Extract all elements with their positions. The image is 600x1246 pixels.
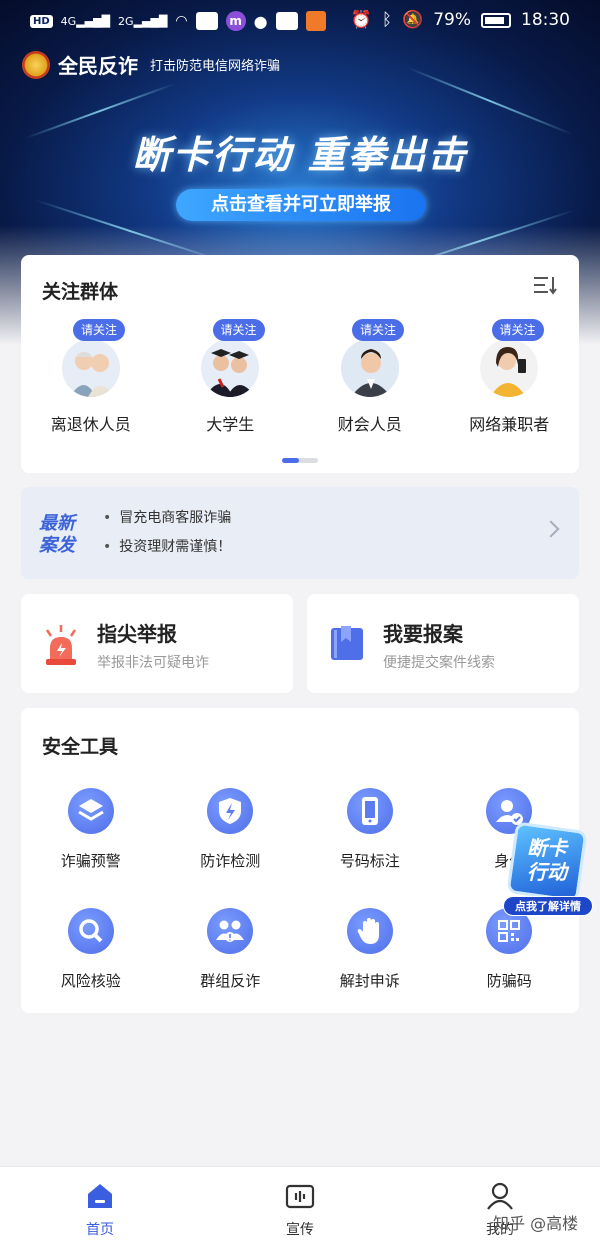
tv-icon — [285, 1184, 315, 1209]
banner-cta-button[interactable]: 点击查看并可立即举报 — [176, 189, 426, 221]
promo-text: 断卡 行动 — [527, 836, 567, 884]
tool-label: 诈骗预警 — [60, 852, 121, 870]
action-title: 指尖举报 — [97, 622, 177, 646]
group-label: 财会人员 — [337, 415, 402, 434]
police-emblem-icon — [22, 50, 50, 79]
app-notification-icon — [305, 11, 326, 31]
battery-percent: 79% — [433, 10, 471, 30]
avatar — [201, 339, 260, 397]
news-item[interactable]: 投资理财需谨慎！ — [103, 536, 231, 556]
section-title: 关注群体 — [42, 281, 119, 303]
signal-icon-4g: 4G▂▄▆█ — [60, 14, 111, 28]
follow-tag[interactable]: 请关注 — [212, 319, 265, 341]
group-item[interactable]: 请关注 离退休人员 — [21, 319, 161, 435]
watermark: 知乎 @高楼 — [493, 1214, 579, 1233]
follow-tag[interactable]: 请关注 — [73, 319, 125, 341]
group-label: 网络兼职者 — [469, 415, 550, 434]
bottom-tab-bar: 首页 宣传 我的 — [0, 1166, 600, 1246]
group-label: 离退休人员 — [50, 415, 131, 434]
phone-icon — [346, 788, 393, 834]
tool-group-antifraud[interactable]: 群组反诈 — [161, 908, 301, 998]
search-icon — [67, 908, 114, 954]
tab-home[interactable]: 首页 — [60, 1181, 140, 1239]
user-icon — [487, 1182, 513, 1210]
latest-cases-banner[interactable]: 最新 案发 冒充电商客服诈骗 投资理财需谨慎！ — [21, 487, 579, 579]
chevron-right-icon[interactable] — [542, 520, 560, 538]
group-item[interactable]: 请关注 财会人员 — [300, 319, 440, 435]
mute-icon: 🔕 — [402, 10, 424, 30]
group-item[interactable]: 请关注 网络兼职者 — [440, 319, 580, 435]
app-slogan: 打击防范电信网络诈骗 — [150, 59, 281, 74]
app-notification-icon — [195, 12, 218, 30]
tab-label: 宣传 — [286, 1222, 314, 1238]
promo-details-button[interactable]: 点我了解详情 — [503, 896, 593, 916]
tool-unblock-appeal[interactable]: 解封申诉 — [300, 908, 440, 998]
app-notification-icon — [275, 12, 298, 30]
tool-number-mark[interactable]: 号码标注 — [300, 788, 440, 878]
clock: 18:30 — [521, 10, 570, 30]
focus-groups-card: 关注群体 请关注 离退休人员 请关注 大学生 请关注 财会人员 请关注 网络兼职… — [21, 255, 579, 473]
latest-cases-list: 冒充电商客服诈骗 投资理财需谨慎！ — [103, 507, 231, 565]
tool-label: 群组反诈 — [200, 972, 261, 990]
home-icon — [88, 1184, 112, 1208]
tool-label: 防骗码 — [486, 972, 532, 990]
wifi-icon: ◠ — [175, 13, 188, 29]
app-brand: 全民反诈 打击防范电信网络诈骗 — [22, 50, 280, 79]
tool-fraud-check[interactable]: 防诈检测 — [161, 788, 301, 878]
case-book-icon — [331, 626, 363, 660]
group-item[interactable]: 请关注 大学生 — [161, 319, 301, 435]
section-title: 安全工具 — [42, 736, 119, 758]
follow-tag[interactable]: 请关注 — [352, 319, 404, 341]
action-subtitle: 便捷提交案件线索 — [383, 655, 495, 671]
security-tools-card: 安全工具 诈骗预警 防诈检测 号码标注 身份 风险核验 群组反诈 解封申诉 防骗… — [21, 708, 579, 1013]
siren-icon — [45, 625, 77, 665]
banner-headline: 断卡行动 重拳出击 — [132, 133, 468, 177]
hand-icon — [346, 908, 393, 954]
app-name: 全民反诈 — [58, 54, 138, 78]
action-subtitle: 举报非法可疑电诈 — [97, 655, 209, 671]
tool-fraud-alert[interactable]: 诈骗预警 — [21, 788, 161, 878]
avatar — [480, 339, 539, 397]
avatar — [61, 339, 120, 397]
group-label: 大学生 — [206, 415, 255, 434]
tab-publicity[interactable]: 宣传 — [260, 1181, 340, 1239]
tab-label: 首页 — [86, 1222, 114, 1238]
news-item[interactable]: 冒充电商客服诈骗 — [103, 507, 231, 527]
signal-icon-2g: 2G▂▄▆█ — [118, 14, 168, 28]
report-tip-card[interactable]: 指尖举报 举报非法可疑电诈 — [21, 594, 293, 693]
app-notification-icon: m — [225, 11, 246, 31]
tool-label: 风险核验 — [60, 972, 121, 990]
follow-tag[interactable]: 请关注 — [491, 319, 544, 341]
battery-icon — [481, 12, 511, 28]
action-title: 我要报案 — [383, 622, 463, 646]
sort-icon[interactable] — [533, 275, 557, 295]
carousel-indicator — [282, 458, 318, 463]
tool-label: 防诈检测 — [200, 852, 261, 870]
avatar — [340, 339, 399, 397]
hd-badge: HD — [30, 14, 53, 28]
shield-icon — [207, 788, 254, 834]
tool-label: 号码标注 — [339, 852, 400, 870]
status-bar: HD 4G▂▄▆█ 2G▂▄▆█ ◠ m ● ⏰ ᛒ 🔕 79% 18:30 — [0, 0, 600, 44]
latest-cases-badge: 最新 案发 — [39, 513, 75, 556]
tool-risk-verify[interactable]: 风险核验 — [21, 908, 161, 998]
file-case-card[interactable]: 我要报案 便捷提交案件线索 — [307, 594, 579, 693]
floating-promo-badge[interactable]: 断卡 行动 点我了解详情 — [503, 821, 593, 918]
group-icon — [207, 908, 254, 954]
alarm-icon: ⏰ — [350, 10, 372, 30]
tool-antifraud-code[interactable]: 防骗码 — [440, 908, 580, 998]
layers-icon — [67, 788, 114, 834]
chat-icon: ● — [253, 11, 268, 31]
bluetooth-icon: ᛒ — [381, 10, 393, 30]
tool-label: 解封申诉 — [339, 972, 400, 990]
